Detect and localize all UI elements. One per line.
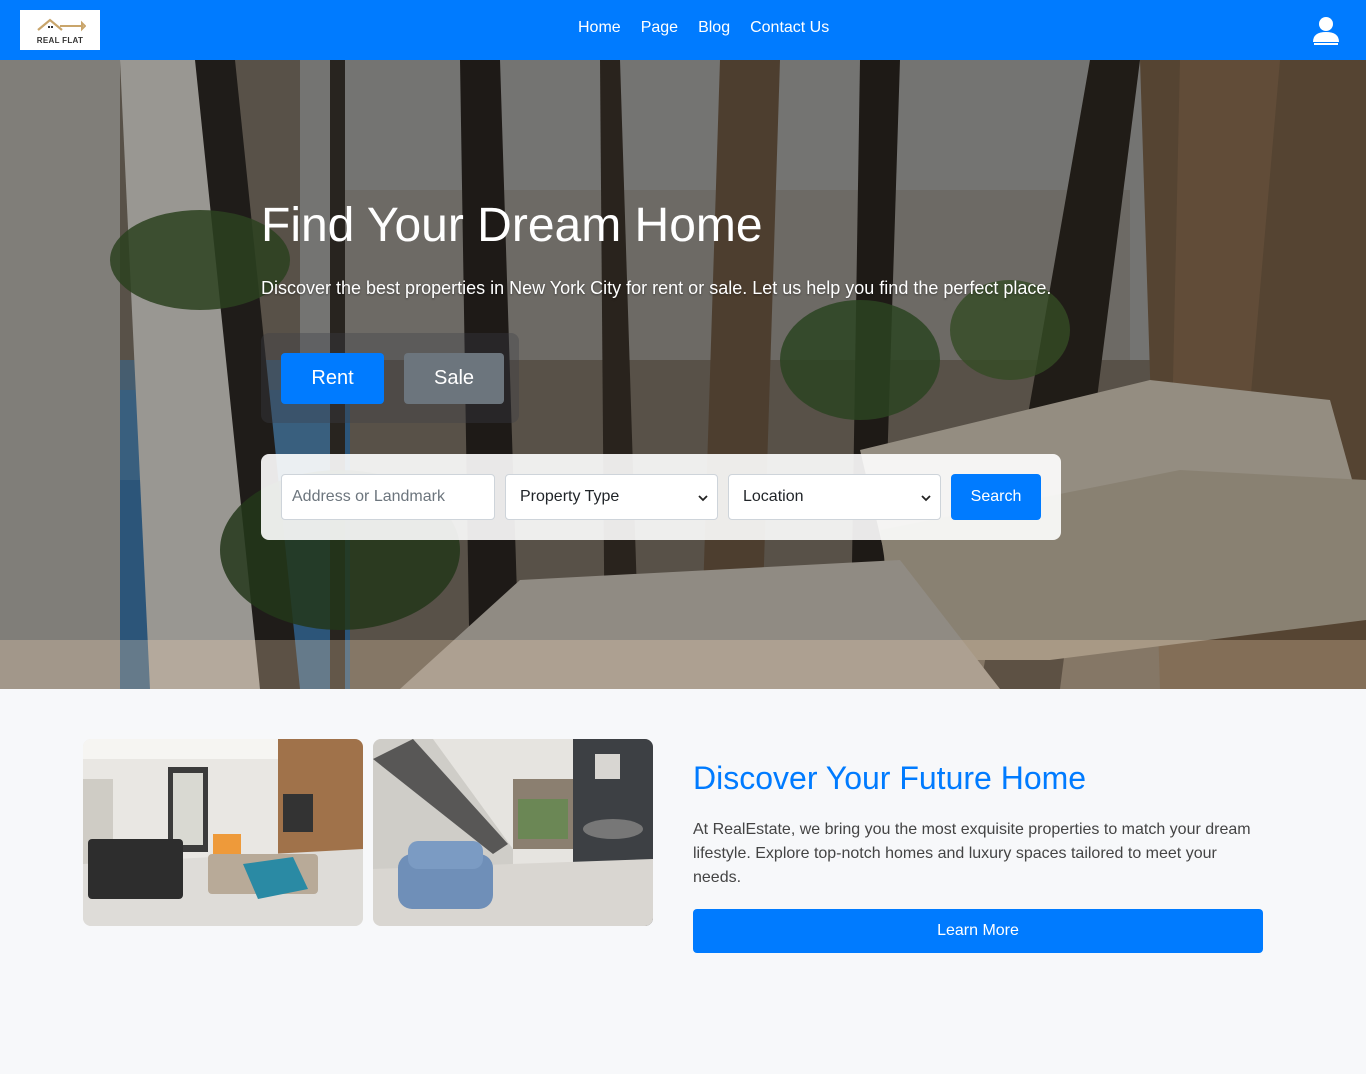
rent-sale-tabs: Rent Sale	[261, 333, 519, 423]
chevron-down-icon	[921, 495, 931, 502]
address-input[interactable]	[281, 474, 495, 520]
nav-blog[interactable]: Blog	[698, 19, 730, 37]
location-value: Location	[743, 488, 804, 505]
learn-more-button[interactable]: Learn More	[693, 909, 1263, 953]
hero-title: Find Your Dream Home	[261, 199, 763, 252]
search-button[interactable]: Search	[951, 474, 1041, 520]
feature-title: Discover Your Future Home	[693, 760, 1087, 796]
tab-sale[interactable]: Sale	[404, 353, 504, 404]
main-nav: Home Page Blog Contact Us	[578, 19, 829, 37]
living-room-photo	[83, 739, 363, 926]
property-type-value: Property Type	[520, 488, 620, 505]
feature-description: At RealEstate, we bring you the most exq…	[693, 821, 1251, 886]
location-select[interactable]: Location	[728, 474, 941, 520]
hero-overlay	[0, 60, 1366, 640]
logo-text: REAL FLAT	[36, 36, 84, 45]
logo[interactable]: REAL FLAT	[20, 10, 100, 50]
chevron-down-icon	[698, 495, 708, 502]
hero-section: Find Your Dream Home Discover the best p…	[0, 60, 1366, 689]
nav-page[interactable]: Page	[641, 19, 678, 37]
staircase-interior-photo	[373, 739, 653, 926]
hero-subtitle: Discover the best properties in New York…	[261, 278, 1052, 298]
nav-contact-us[interactable]: Contact Us	[750, 19, 829, 37]
house-key-logo-icon	[37, 18, 86, 32]
nav-home[interactable]: Home	[578, 19, 621, 37]
user-icon[interactable]	[1311, 15, 1341, 45]
search-form: Property Type Location Search	[261, 454, 1061, 540]
navbar: REAL FLAT Home Page Blog Contact Us	[0, 0, 1366, 60]
tab-rent[interactable]: Rent	[281, 353, 384, 404]
property-type-select[interactable]: Property Type	[505, 474, 718, 520]
